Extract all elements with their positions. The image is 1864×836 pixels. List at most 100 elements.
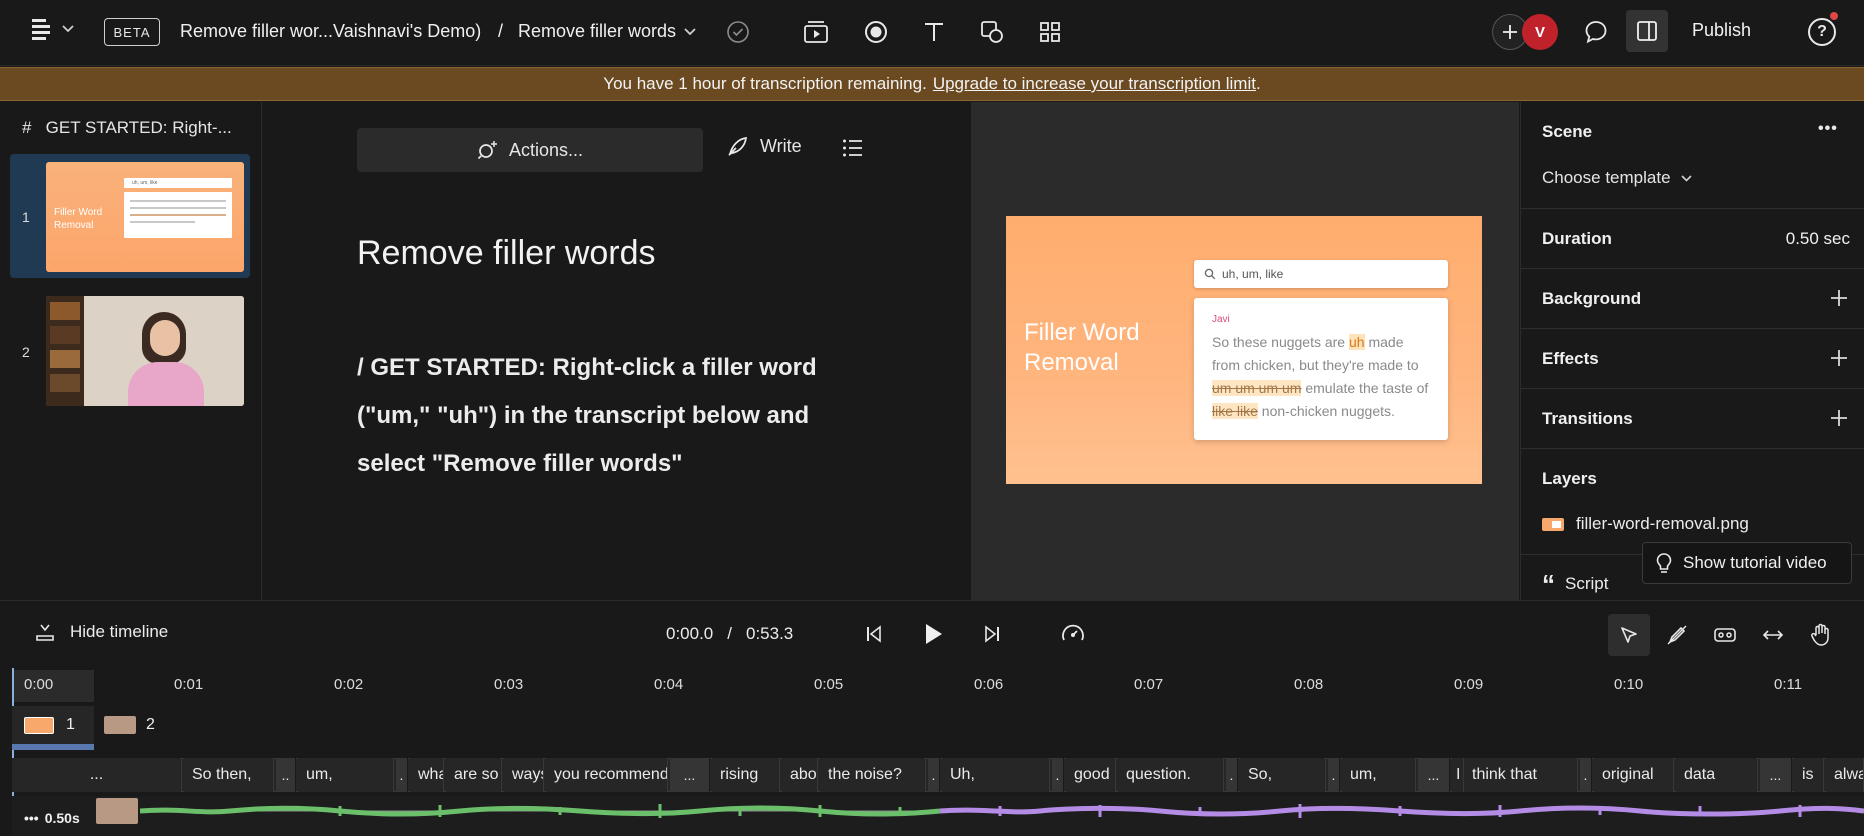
feather-icon bbox=[728, 137, 747, 156]
publish-button[interactable]: Publish bbox=[1692, 20, 1751, 41]
transitions-label: Transitions bbox=[1542, 409, 1633, 428]
duration-row[interactable]: Duration 0.50 sec bbox=[1520, 208, 1864, 268]
quote-icon: “ bbox=[1542, 569, 1555, 599]
play-button[interactable] bbox=[922, 622, 944, 646]
select-tool-button[interactable] bbox=[1608, 614, 1650, 656]
effects-row[interactable]: Effects bbox=[1520, 328, 1864, 388]
script-body[interactable]: / GET STARTED: Right-click a filler word… bbox=[357, 344, 877, 488]
composition-title-dropdown[interactable]: Remove filler words bbox=[518, 21, 696, 42]
banner-text: You have 1 hour of transcription remaini… bbox=[603, 74, 927, 93]
word-segment[interactable]: are so bbox=[446, 758, 502, 792]
word-segment[interactable]: you recommend bbox=[546, 758, 668, 792]
outline-icon[interactable] bbox=[842, 138, 864, 158]
word-gap[interactable]: ... bbox=[670, 758, 710, 792]
skip-back-button[interactable] bbox=[864, 624, 884, 644]
scene-thumbnail-2[interactable] bbox=[46, 296, 244, 406]
word-segment[interactable]: ... bbox=[12, 758, 182, 792]
quote-filler-struck: like like bbox=[1212, 403, 1258, 419]
scene-number: 1 bbox=[22, 209, 30, 225]
layers-label: Layers bbox=[1542, 469, 1597, 488]
word-gap[interactable]: .. bbox=[276, 758, 296, 792]
word-segment[interactable]: um, bbox=[1342, 758, 1416, 792]
skip-forward-button[interactable] bbox=[982, 624, 1002, 644]
word-segment[interactable]: So then, bbox=[184, 758, 274, 792]
ruler-label: 0:00 bbox=[24, 676, 54, 693]
word-segment[interactable]: think that bbox=[1464, 758, 1578, 792]
transitions-row[interactable]: Transitions bbox=[1520, 388, 1864, 448]
duration-value[interactable]: 0.50 sec bbox=[1786, 229, 1850, 249]
ruler-label: 0:05 bbox=[814, 676, 844, 693]
quote-author: Javi bbox=[1212, 314, 1230, 325]
plus-icon[interactable] bbox=[1830, 289, 1848, 307]
clip-tool-button[interactable] bbox=[1704, 614, 1746, 656]
scene-icon[interactable] bbox=[798, 14, 834, 50]
notification-dot bbox=[1830, 12, 1838, 20]
word-gap[interactable]: ... bbox=[1418, 758, 1450, 792]
chevron-down-icon bbox=[1680, 174, 1692, 182]
word-segment[interactable]: what bbox=[410, 758, 444, 792]
play-icon bbox=[926, 624, 942, 644]
hide-timeline-button[interactable]: Hide timeline bbox=[34, 622, 168, 642]
duration-chip[interactable]: ••• 0.50s bbox=[24, 810, 80, 826]
word-segment[interactable]: ways bbox=[504, 758, 544, 792]
word-segment[interactable]: um, bbox=[298, 758, 394, 792]
text-icon[interactable] bbox=[916, 14, 952, 50]
quote-filler-highlight: uh bbox=[1349, 334, 1365, 350]
word-segment[interactable]: I bbox=[1452, 758, 1464, 792]
plus-icon[interactable] bbox=[1830, 409, 1848, 427]
plus-icon[interactable] bbox=[1830, 349, 1848, 367]
quote-filler-struck: um um um um bbox=[1212, 380, 1302, 396]
hand-tool-button[interactable] bbox=[1800, 614, 1842, 656]
toggle-properties-panel-button[interactable] bbox=[1626, 10, 1668, 52]
scene-track-number[interactable]: 2 bbox=[146, 716, 155, 734]
comments-icon[interactable] bbox=[1578, 14, 1614, 50]
word-segment[interactable]: data bbox=[1676, 758, 1758, 792]
background-row[interactable]: Background bbox=[1520, 268, 1864, 328]
scene-number: 2 bbox=[22, 344, 30, 360]
actions-label: Actions... bbox=[508, 139, 584, 160]
word-segment[interactable]: always bbox=[1826, 758, 1864, 792]
word-segment[interactable]: question. bbox=[1118, 758, 1224, 792]
word-segment[interactable]: above bbox=[782, 758, 818, 792]
word-segment[interactable]: good bbox=[1066, 758, 1116, 792]
grid-icon[interactable] bbox=[1032, 14, 1068, 50]
word-gap[interactable]: . bbox=[1580, 758, 1592, 792]
scene-thumbnail-1[interactable]: Filler Word Removal uh, um, like bbox=[46, 162, 244, 272]
edit-tool-button[interactable] bbox=[1656, 614, 1698, 656]
word-gap[interactable]: . bbox=[1226, 758, 1238, 792]
show-tutorial-video-tooltip[interactable]: Show tutorial video bbox=[1642, 542, 1852, 584]
word-gap[interactable]: . bbox=[396, 758, 408, 792]
word-segment[interactable]: original bbox=[1594, 758, 1674, 792]
user-avatar[interactable]: V bbox=[1522, 14, 1558, 50]
skip-forward-icon bbox=[985, 625, 999, 643]
stretch-tool-button[interactable] bbox=[1752, 614, 1794, 656]
word-segment[interactable]: Uh, bbox=[942, 758, 1050, 792]
app-menu-button[interactable] bbox=[30, 16, 74, 42]
layer-item[interactable]: filler-word-removal.png bbox=[1542, 514, 1749, 534]
script-layer-item[interactable]: “ Script bbox=[1542, 569, 1608, 599]
shapes-icon[interactable] bbox=[974, 14, 1010, 50]
word-segment[interactable]: So, bbox=[1240, 758, 1326, 792]
word-gap[interactable]: . bbox=[928, 758, 940, 792]
word-segment[interactable]: the noise? bbox=[820, 758, 926, 792]
record-icon[interactable] bbox=[858, 14, 894, 50]
word-gap[interactable]: . bbox=[1052, 758, 1064, 792]
word-gap[interactable]: ... bbox=[1760, 758, 1792, 792]
project-title-link[interactable]: Remove filler wor...Vaishnavi's Demo) bbox=[180, 21, 481, 42]
help-button[interactable]: ? bbox=[1808, 18, 1836, 46]
scene-track-1[interactable]: 1 bbox=[12, 706, 94, 746]
more-options-button[interactable]: ••• bbox=[1818, 120, 1838, 138]
actions-button[interactable]: Actions... bbox=[357, 128, 703, 172]
composition-title: Remove filler words bbox=[518, 21, 677, 41]
word-segment[interactable]: rising bbox=[712, 758, 780, 792]
script-title[interactable]: Remove filler words bbox=[357, 234, 656, 273]
transcription-limit-banner: You have 1 hour of transcription remaini… bbox=[0, 67, 1864, 101]
playback-speed-button[interactable] bbox=[1060, 622, 1086, 646]
word-segment[interactable]: is bbox=[1794, 758, 1824, 792]
write-button[interactable]: Write bbox=[726, 134, 802, 158]
upgrade-link[interactable]: Upgrade to increase your transcription l… bbox=[933, 74, 1256, 94]
chevron-down-icon bbox=[62, 25, 74, 33]
choose-template-dropdown[interactable]: Choose template bbox=[1542, 168, 1692, 188]
word-gap[interactable]: . bbox=[1328, 758, 1340, 792]
ruler-label: 0:07 bbox=[1134, 676, 1164, 693]
